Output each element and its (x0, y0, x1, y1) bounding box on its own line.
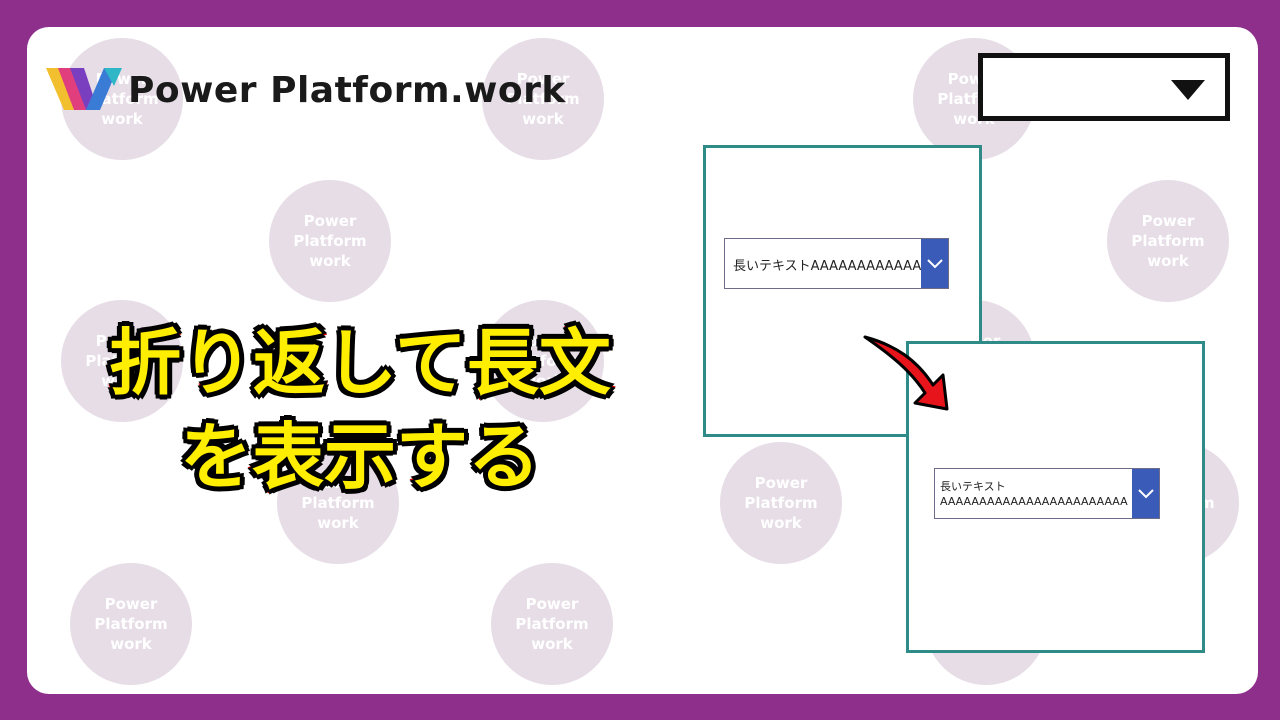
power-platform-logo-icon (46, 68, 122, 110)
caret-down-icon[interactable] (1171, 80, 1205, 100)
combobox-truncated[interactable]: 長いテキストAAAAAAAAAAAAAAAAAAAAAAAA (724, 238, 949, 289)
headline-line-1: 折り返して長文 (107, 319, 614, 408)
dropdown-control[interactable] (978, 53, 1230, 121)
watermark-logo: Power Platform work (1107, 180, 1229, 302)
watermark-logo: Power Platform work (720, 442, 842, 564)
red-arrow-icon (863, 335, 949, 411)
watermark-logo: Power Platform work (70, 563, 192, 685)
combobox-wrapped[interactable]: 長いテキスト AAAAAAAAAAAAAAAAAAAAAAAA (934, 468, 1160, 519)
chevron-down-icon[interactable] (921, 239, 948, 288)
watermark-logo: Power Platform work (269, 180, 391, 302)
combobox-value: 長いテキストAAAAAAAAAAAAAAAAAAAAAAAA (733, 259, 925, 274)
headline-line-2: を表示する (177, 413, 542, 502)
combobox-value: 長いテキスト AAAAAAAAAAAAAAAAAAAAAAAA (940, 480, 1128, 508)
chevron-down-icon[interactable] (1132, 469, 1159, 518)
brand-title: Power Platform.work (128, 70, 566, 111)
watermark-logo: Power Platform work (491, 563, 613, 685)
